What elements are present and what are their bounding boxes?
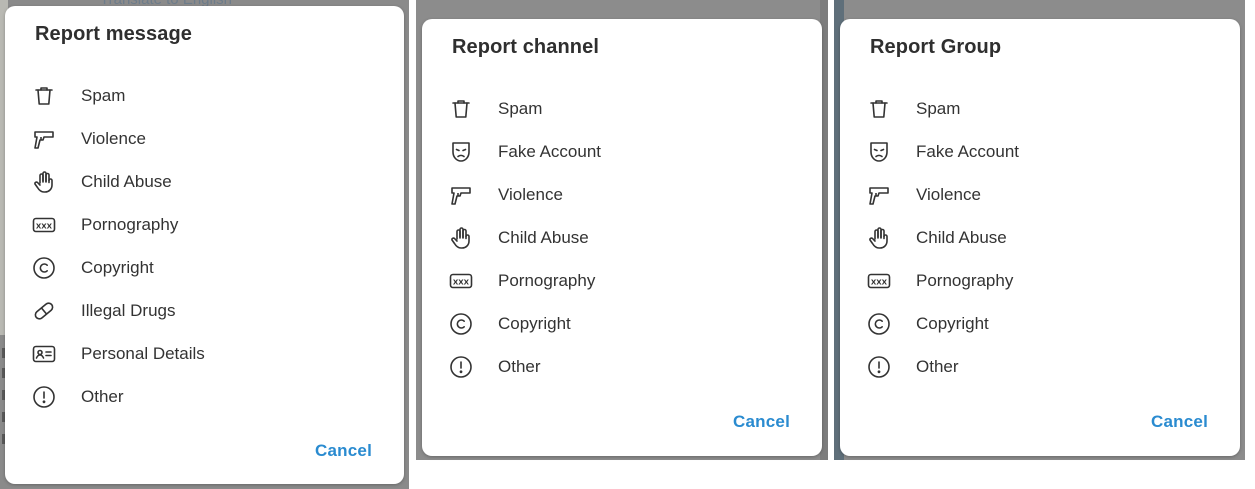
- copyright-icon: [866, 311, 892, 337]
- report-option-pornography[interactable]: XXX Pornography: [840, 259, 1240, 302]
- report-option-label: Child Abuse: [81, 171, 172, 191]
- report-option-label: Violence: [81, 128, 146, 148]
- trash-icon: [448, 96, 474, 122]
- report-option-label: Spam: [498, 98, 543, 118]
- report-option-copyright[interactable]: Copyright: [840, 302, 1240, 345]
- report-option-label: Spam: [916, 98, 961, 118]
- report-option-label: Other: [81, 386, 124, 406]
- xxx-icon: XXX: [31, 212, 57, 238]
- report-message-dialog: Report message Spam Violence Child Abuse XX…: [5, 6, 404, 484]
- xxx-icon: XXX: [866, 268, 892, 294]
- report-option-label: Spam: [81, 85, 126, 105]
- report-group-dialog: Report Group Spam Fake Account Violence Chi…: [840, 19, 1240, 456]
- report-option-label: Child Abuse: [916, 227, 1007, 247]
- svg-text:XXX: XXX: [453, 278, 470, 286]
- report-option-illegal-drugs[interactable]: Illegal Drugs: [5, 289, 404, 332]
- report-option-spam[interactable]: Spam: [422, 87, 822, 130]
- report-option-label: Copyright: [916, 313, 989, 333]
- report-option-child-abuse[interactable]: Child Abuse: [5, 160, 404, 203]
- report-option-label: Fake Account: [498, 141, 602, 161]
- report-option-pornography[interactable]: XXX Pornography: [422, 259, 822, 302]
- svg-text:XXX: XXX: [871, 278, 888, 286]
- report-option-label: Pornography: [916, 270, 1014, 290]
- report-option-label: Copyright: [81, 257, 154, 277]
- report-option-child-abuse[interactable]: Child Abuse: [422, 216, 822, 259]
- report-option-violence[interactable]: Violence: [422, 173, 822, 216]
- report-option-other[interactable]: Other: [422, 345, 822, 388]
- cancel-button[interactable]: Cancel: [1151, 412, 1208, 432]
- mask-icon: [866, 139, 892, 165]
- report-option-spam[interactable]: Spam: [840, 87, 1240, 130]
- cancel-button[interactable]: Cancel: [315, 441, 372, 461]
- report-option-label: Violence: [916, 184, 981, 204]
- hand-icon: [866, 225, 892, 251]
- pill-icon: [31, 298, 57, 324]
- report-option-violence[interactable]: Violence: [840, 173, 1240, 216]
- dialog-title: Report Group: [870, 36, 1002, 58]
- report-option-label: Copyright: [498, 313, 571, 333]
- report-option-other[interactable]: Other: [840, 345, 1240, 388]
- exclamation-icon: [448, 354, 474, 380]
- copyright-icon: [448, 311, 474, 337]
- dialog-title: Report message: [35, 23, 193, 45]
- report-option-copyright[interactable]: Copyright: [422, 302, 822, 345]
- report-option-label: Personal Details: [81, 343, 205, 363]
- report-option-copyright[interactable]: Copyright: [5, 246, 404, 289]
- trash-icon: [866, 96, 892, 122]
- report-option-violence[interactable]: Violence: [5, 117, 404, 160]
- report-reason-list: Spam Violence Child Abuse XXX Pornography Cop…: [5, 74, 404, 418]
- report-option-label: Illegal Drugs: [81, 300, 176, 320]
- report-option-other[interactable]: Other: [5, 375, 404, 418]
- report-option-personal-details[interactable]: Personal Details: [5, 332, 404, 375]
- xxx-icon: XXX: [448, 268, 474, 294]
- copyright-icon: [31, 255, 57, 281]
- report-option-label: Fake Account: [916, 141, 1020, 161]
- report-option-spam[interactable]: Spam: [5, 74, 404, 117]
- report-option-label: Child Abuse: [498, 227, 589, 247]
- report-option-label: Pornography: [81, 214, 179, 234]
- hand-icon: [31, 169, 57, 195]
- gun-icon: [866, 182, 892, 208]
- gun-icon: [31, 126, 57, 152]
- dialog-title: Report channel: [452, 36, 599, 58]
- report-channel-dialog: Report channel Spam Fake Account Violence C…: [422, 19, 822, 456]
- mask-icon: [448, 139, 474, 165]
- report-option-label: Pornography: [498, 270, 596, 290]
- gun-icon: [448, 182, 474, 208]
- hand-icon: [448, 225, 474, 251]
- report-option-child-abuse[interactable]: Child Abuse: [840, 216, 1240, 259]
- cancel-button[interactable]: Cancel: [733, 412, 790, 432]
- report-option-label: Other: [916, 356, 959, 376]
- exclamation-icon: [866, 354, 892, 380]
- report-option-label: Other: [498, 356, 541, 376]
- report-option-fake-account[interactable]: Fake Account: [422, 130, 822, 173]
- report-reason-list: Spam Fake Account Violence Child Abuse XXX Po…: [840, 87, 1240, 388]
- report-reason-list: Spam Fake Account Violence Child Abuse XXX Po…: [422, 87, 822, 388]
- id-card-icon: [31, 341, 57, 367]
- exclamation-icon: [31, 384, 57, 410]
- report-option-pornography[interactable]: XXX Pornography: [5, 203, 404, 246]
- report-option-fake-account[interactable]: Fake Account: [840, 130, 1240, 173]
- report-option-label: Violence: [498, 184, 563, 204]
- svg-text:XXX: XXX: [36, 222, 53, 230]
- trash-icon: [31, 83, 57, 109]
